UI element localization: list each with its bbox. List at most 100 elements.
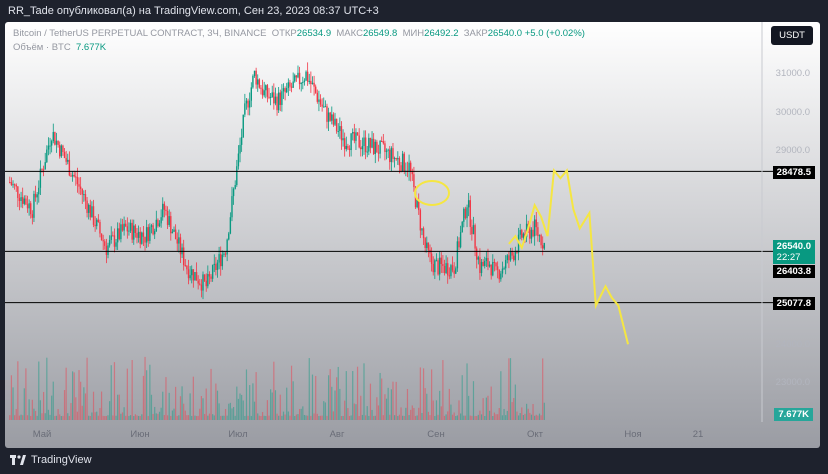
candle-body <box>115 242 117 247</box>
candle-body <box>290 86 293 88</box>
candle-body <box>133 225 135 240</box>
time-tick: Июн <box>130 429 150 440</box>
candle-body <box>455 268 457 274</box>
volume-bar <box>237 398 240 420</box>
volume-bar <box>426 393 428 420</box>
time-tick: Окт <box>526 429 544 440</box>
low-label: МИН <box>402 28 425 39</box>
volume-bar <box>315 375 317 420</box>
volume-bar <box>224 409 227 420</box>
volume-bar <box>316 413 318 420</box>
volume-bar <box>290 365 293 420</box>
candle-body <box>461 221 463 233</box>
volume-bar <box>22 415 24 420</box>
candle-body <box>437 260 439 275</box>
candle-body <box>496 266 499 270</box>
candle-body <box>532 229 534 237</box>
candle-body <box>113 235 116 247</box>
candle-body <box>529 227 531 239</box>
volume-tag: 7.677K <box>774 408 813 421</box>
volume-bar <box>360 395 362 420</box>
volume-bar <box>136 415 138 420</box>
candle-body <box>205 280 207 287</box>
volume-bar <box>17 361 19 420</box>
volume-bar <box>340 415 343 420</box>
volume-bar <box>522 414 524 420</box>
candle-body <box>422 228 425 239</box>
candle-body <box>184 265 186 267</box>
volume-bar <box>202 398 204 420</box>
candle-body <box>244 103 246 115</box>
candle-body <box>78 184 80 187</box>
candle-body <box>67 159 69 162</box>
volume-bar <box>102 415 104 420</box>
volume-bar <box>519 413 521 420</box>
candle-body <box>30 203 32 215</box>
candle-body <box>340 126 343 141</box>
candle-body <box>273 92 275 104</box>
open-value: 26534.9 <box>296 28 332 39</box>
volume-bar <box>253 401 256 420</box>
volume-bar <box>36 415 38 420</box>
candle-body <box>337 131 339 133</box>
candle-body <box>26 204 29 209</box>
volume-bar <box>493 412 496 420</box>
candle-body <box>339 126 341 132</box>
candle-body <box>63 152 66 159</box>
candle-body <box>173 229 175 232</box>
candle-body <box>54 132 56 145</box>
candle-body <box>540 235 542 246</box>
tradingview-logo[interactable]: TradingView <box>10 454 92 466</box>
currency-button[interactable]: USDT <box>771 26 813 45</box>
candle-body <box>476 248 478 260</box>
candle-body <box>514 251 517 261</box>
volume-bar <box>120 413 122 420</box>
candle-body <box>353 131 356 141</box>
volume-bar <box>265 415 267 420</box>
candle-body <box>50 141 53 146</box>
volume-bar <box>266 400 268 420</box>
chart-pane[interactable]: Bitcoin / TetherUS PERPETUAL CONTRACT, 3… <box>5 22 820 448</box>
volume-bar <box>133 415 135 420</box>
volume-bar <box>162 391 164 420</box>
volume-bar <box>509 358 512 420</box>
volume-bar <box>484 415 486 420</box>
volume-bar <box>487 395 489 420</box>
candle-body <box>17 186 19 198</box>
volume-bar <box>323 401 325 420</box>
chart-canvas[interactable] <box>5 22 820 448</box>
volume-bar <box>38 361 40 420</box>
volume-bar <box>80 381 82 420</box>
volume-bar <box>529 412 531 420</box>
candle-body <box>371 138 373 148</box>
volume-bar <box>228 403 230 420</box>
volume-bar <box>76 411 79 420</box>
volume-bar <box>123 407 125 420</box>
candle-body <box>331 114 333 121</box>
volume-bar <box>179 396 182 420</box>
volume-bar <box>231 408 233 420</box>
volume-bar <box>84 393 87 420</box>
candle-body <box>191 269 193 276</box>
volume-bar <box>461 375 463 420</box>
volume-bar <box>392 381 394 420</box>
candle-body <box>474 225 476 249</box>
volume-bar <box>455 415 457 420</box>
volume-bar <box>535 414 537 420</box>
candle-body <box>162 203 164 218</box>
candle-body <box>493 261 496 263</box>
volume-bar <box>44 413 46 420</box>
volume-bar <box>186 415 188 420</box>
candle-body <box>442 264 444 266</box>
candle-body <box>535 219 537 228</box>
volume-bar <box>464 415 467 420</box>
candle-body <box>323 106 325 108</box>
candle-body <box>286 88 288 93</box>
volume-bar <box>115 415 117 420</box>
volume-bar <box>453 412 455 420</box>
volume-bar <box>345 371 347 420</box>
candle-body <box>498 269 500 280</box>
volume-bar <box>365 415 367 420</box>
candle-body <box>467 200 470 208</box>
candle-body <box>413 174 415 188</box>
